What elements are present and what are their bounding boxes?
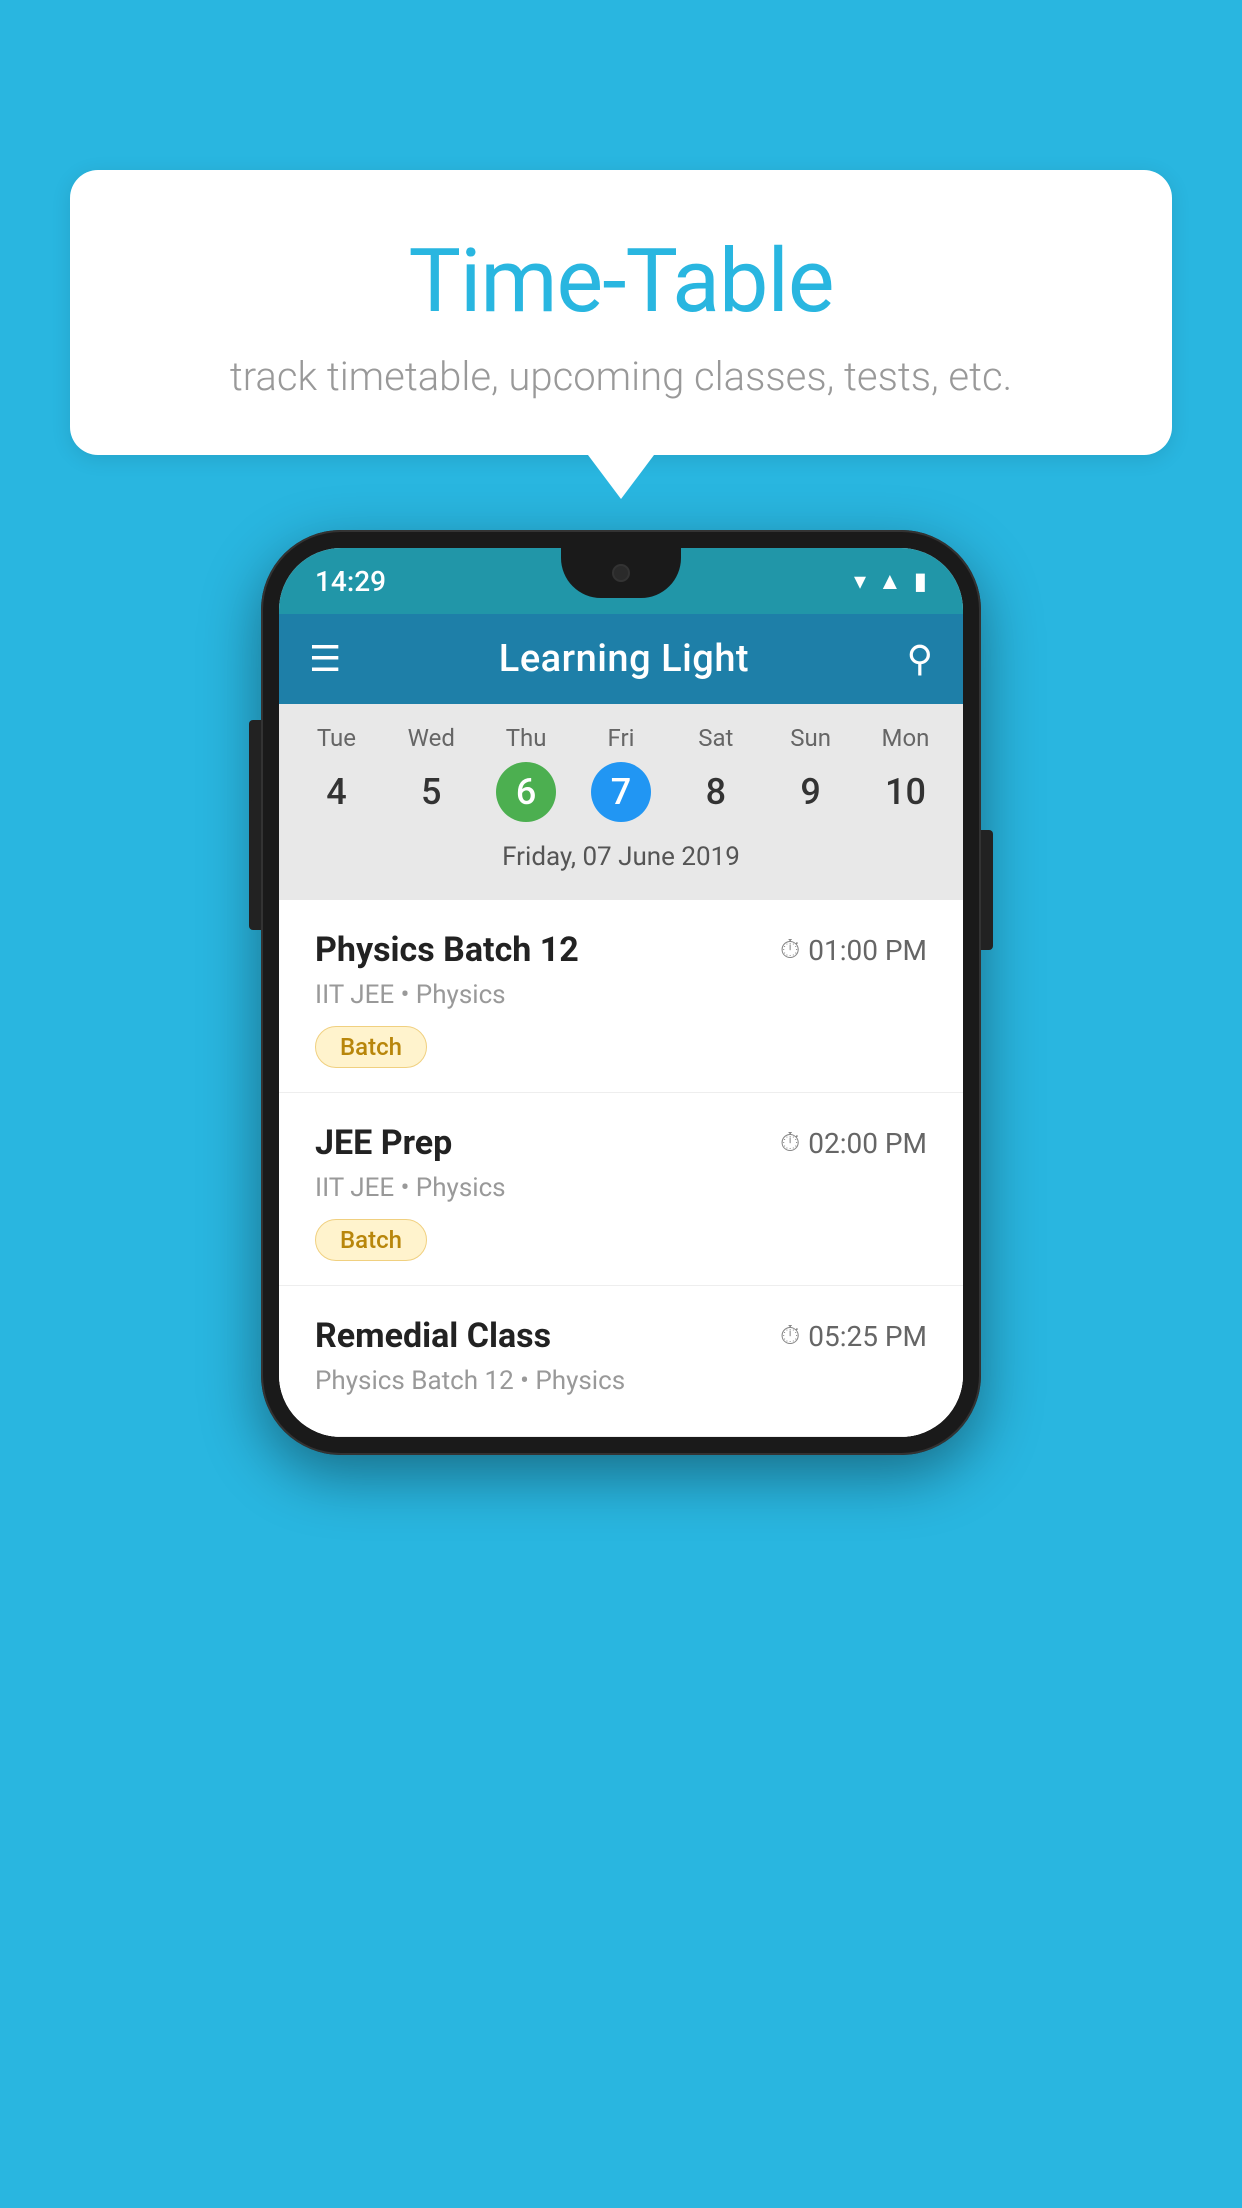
- wifi-icon: ▾: [854, 567, 866, 595]
- calendar-day-5[interactable]: Wed 5: [384, 724, 479, 822]
- day-number[interactable]: 5: [401, 762, 461, 822]
- search-icon[interactable]: ⚲: [907, 638, 933, 680]
- event-time-text: 02:00 PM: [808, 1127, 927, 1160]
- calendar-day-10[interactable]: Mon 10: [858, 724, 953, 822]
- event-title: JEE Prep: [315, 1123, 452, 1163]
- bubble-title: Time-Table: [110, 230, 1132, 333]
- calendar-strip: Tue 4 Wed 5 Thu 6 Fri 7 Sat 8 Sun 9 Mon 10 Friday, 07…: [279, 704, 963, 900]
- day-name: Wed: [408, 724, 455, 752]
- event-item[interactable]: Remedial Class ⏱ 05:25 PM Physics Batch 12 …: [279, 1286, 963, 1437]
- calendar-selected-date: Friday, 07 June 2019: [279, 832, 963, 890]
- status-time: 14:29: [315, 565, 386, 598]
- event-badge: Batch: [315, 1026, 427, 1068]
- calendar-day-9[interactable]: Sun 9: [763, 724, 858, 822]
- notch: [561, 548, 681, 598]
- day-name: Thu: [506, 724, 547, 752]
- event-title: Physics Batch 12: [315, 930, 579, 970]
- events-list: Physics Batch 12 ⏱ 01:00 PM IIT JEE • Physi…: [279, 900, 963, 1437]
- app-header: ☰ Learning Light ⚲: [279, 614, 963, 704]
- clock-icon: ⏱: [780, 1128, 800, 1159]
- app-title: Learning Light: [499, 637, 749, 681]
- status-icons: ▾ ▲ ▮: [854, 567, 927, 596]
- day-number[interactable]: 10: [875, 762, 935, 822]
- event-subtitle: IIT JEE • Physics: [315, 980, 927, 1010]
- event-badge: Batch: [315, 1219, 427, 1261]
- day-number[interactable]: 9: [781, 762, 841, 822]
- phone-shell: 14:29 ▾ ▲ ▮ ☰ Learning Light ⚲: [261, 530, 981, 1455]
- day-number[interactable]: 8: [686, 762, 746, 822]
- event-time: ⏱ 02:00 PM: [780, 1127, 927, 1160]
- event-item[interactable]: JEE Prep ⏱ 02:00 PM IIT JEE • Physics Batch: [279, 1093, 963, 1286]
- phone-screen: 14:29 ▾ ▲ ▮ ☰ Learning Light ⚲: [279, 548, 963, 1437]
- notch-camera: [612, 564, 630, 582]
- event-time-text: 01:00 PM: [808, 934, 927, 967]
- bubble-subtitle: track timetable, upcoming classes, tests…: [110, 353, 1132, 400]
- calendar-day-8[interactable]: Sat 8: [668, 724, 763, 822]
- day-number[interactable]: 6: [496, 762, 556, 822]
- day-name: Tue: [317, 724, 356, 752]
- event-item[interactable]: Physics Batch 12 ⏱ 01:00 PM IIT JEE • Physi…: [279, 900, 963, 1093]
- speech-bubble: Time-Table track timetable, upcoming cla…: [70, 170, 1172, 455]
- day-name: Sat: [698, 724, 733, 752]
- day-name: Mon: [882, 724, 930, 752]
- event-time: ⏱ 05:25 PM: [780, 1320, 927, 1353]
- event-time-text: 05:25 PM: [808, 1320, 927, 1353]
- day-number[interactable]: 4: [306, 762, 366, 822]
- day-name: Sun: [790, 724, 831, 752]
- volume-down-button: [249, 800, 261, 890]
- status-bar: 14:29 ▾ ▲ ▮: [279, 548, 963, 614]
- volume-up-button: [249, 720, 261, 780]
- event-subtitle: IIT JEE • Physics: [315, 1173, 927, 1203]
- calendar-days-row: Tue 4 Wed 5 Thu 6 Fri 7 Sat 8 Sun 9 Mon 10: [279, 724, 963, 822]
- signal-icon: ▲: [878, 567, 902, 596]
- event-subtitle: Physics Batch 12 • Physics: [315, 1366, 927, 1396]
- event-time: ⏱ 01:00 PM: [780, 934, 927, 967]
- clock-icon: ⏱: [780, 935, 800, 966]
- calendar-day-4[interactable]: Tue 4: [289, 724, 384, 822]
- day-number[interactable]: 7: [591, 762, 651, 822]
- clock-icon: ⏱: [780, 1321, 800, 1352]
- phone-wrapper: 14:29 ▾ ▲ ▮ ☰ Learning Light ⚲: [261, 530, 981, 1455]
- menu-icon[interactable]: ☰: [309, 641, 341, 677]
- calendar-day-6[interactable]: Thu 6: [479, 724, 574, 822]
- battery-icon: ▮: [914, 567, 927, 595]
- day-name: Fri: [607, 724, 634, 752]
- calendar-day-7[interactable]: Fri 7: [574, 724, 669, 822]
- event-title: Remedial Class: [315, 1316, 551, 1356]
